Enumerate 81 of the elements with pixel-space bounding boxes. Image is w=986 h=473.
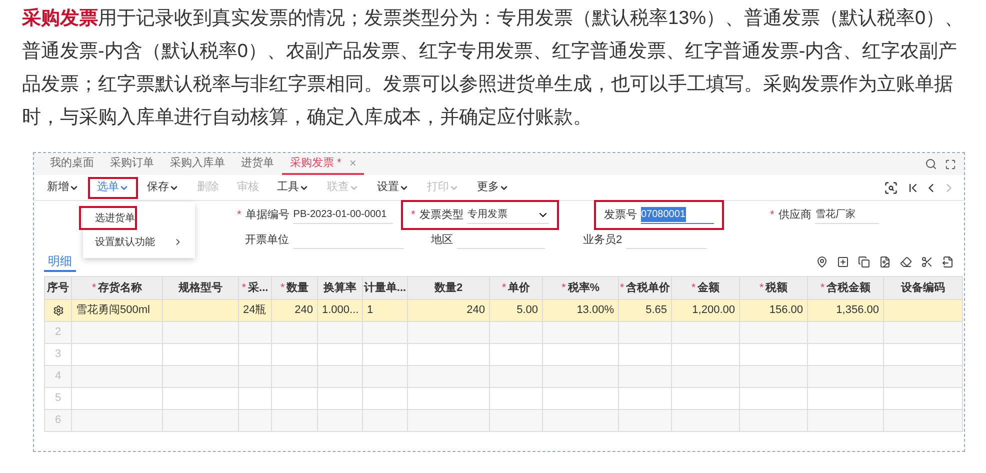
column-header: 序号 xyxy=(47,280,69,296)
table-cell-text: 24瓶 xyxy=(243,303,266,318)
tab[interactable]: 采购入库单 xyxy=(162,153,233,175)
required-mark: * xyxy=(691,280,696,296)
table-cell-text: 240 xyxy=(294,303,313,318)
required-mark: * xyxy=(561,280,566,296)
image-icon[interactable] xyxy=(879,256,891,268)
table-cell-text: 1,200.00 xyxy=(692,303,735,318)
table-cell-text: 1 xyxy=(367,303,374,318)
field-label: 开票单位 xyxy=(245,232,289,248)
column-header: 税率% xyxy=(568,280,600,296)
required-mark: * xyxy=(620,280,624,296)
table-cell-text: 5.00 xyxy=(516,303,538,318)
column-header: 金额 xyxy=(698,280,720,296)
required-mark: * xyxy=(411,208,416,223)
required-mark: * xyxy=(242,280,246,296)
column-header: 数量 xyxy=(286,280,309,296)
column-header: 换算率 xyxy=(324,280,356,296)
field-label: 供应商 xyxy=(778,208,812,223)
input-field[interactable]: 雪花厂家 xyxy=(815,206,879,224)
required-mark: * xyxy=(502,280,506,296)
table-cell-text: 240 xyxy=(466,303,485,318)
table-cell-text: 2 xyxy=(54,325,62,340)
table-cell-text: 13.00% xyxy=(576,303,614,318)
table-cell-text: 3 xyxy=(54,347,62,362)
tab[interactable]: 进货单 xyxy=(233,153,282,175)
copy-icon[interactable] xyxy=(858,256,870,268)
table-cell-text: 5.65 xyxy=(646,303,667,318)
required-mark: * xyxy=(759,280,764,296)
column-header: 计量单... xyxy=(364,280,406,296)
table-cell-text: 1,356.00 xyxy=(836,303,879,318)
field-label: 单据编号 xyxy=(245,208,290,223)
menu-item[interactable]: 设置默认功能 xyxy=(83,230,195,254)
preview-icon[interactable] xyxy=(884,180,898,194)
toolbar-button[interactable]: 工具 xyxy=(268,176,318,198)
row-settings-icon[interactable] xyxy=(52,305,64,316)
toolbar-button[interactable]: 新增 xyxy=(38,176,88,198)
toolbar-button[interactable]: 保存 xyxy=(138,176,188,198)
column-header: 设备编码 xyxy=(901,280,945,296)
required-mark: * xyxy=(280,280,285,296)
fullscreen-icon[interactable] xyxy=(945,158,956,170)
export-icon[interactable] xyxy=(942,256,954,268)
table-cell-text: 4 xyxy=(54,369,62,384)
required-mark: * xyxy=(92,280,96,296)
tab[interactable]: 我的桌面 xyxy=(42,153,102,175)
column-header: 含税单价 xyxy=(626,280,670,296)
input-field[interactable]: PB-2023-01-00-0001 xyxy=(293,206,393,224)
table-cell-text: 1.000... xyxy=(322,303,359,318)
toolbar-button[interactable]: 设置 xyxy=(368,176,418,198)
tab[interactable]: 采购发票 * × xyxy=(282,153,364,175)
field-label: 地区 xyxy=(431,232,453,248)
column-header: 数量2 xyxy=(434,280,463,296)
column-header: 规格型号 xyxy=(178,280,222,296)
add-row-icon[interactable] xyxy=(837,256,849,268)
search-icon[interactable] xyxy=(925,158,937,170)
table-cell-text: 156.00 xyxy=(769,303,803,318)
table-cell-text: 5 xyxy=(54,391,62,406)
scissors-icon[interactable] xyxy=(921,256,933,268)
tab[interactable]: 采购订单 xyxy=(102,153,162,175)
column-header: 税额 xyxy=(766,280,788,296)
column-header: 采... xyxy=(248,280,268,296)
select-field[interactable]: 专用发票 xyxy=(467,206,549,224)
detail-tab[interactable]: 明细 xyxy=(44,252,76,272)
eraser-icon[interactable] xyxy=(900,256,912,268)
table-cell-text: 雪花勇闯500ml xyxy=(76,303,150,318)
table-row[interactable]: 雪花勇闯500ml 24瓶 240 1.000... 1 240 5.00 13.00% 5.65 1,200.00 156.00 1,356.00 xyxy=(45,300,963,322)
required-mark: * xyxy=(820,280,825,296)
column-header: 存货名称 xyxy=(98,280,142,296)
field-label: 业务员2 xyxy=(583,232,622,248)
location-icon[interactable] xyxy=(816,256,828,268)
intro-paragraph: 采购发票用于记录收到真实发票的情况；发票类型分为：专用发票（默认税率13%）、普通发票（默认税率0）、普通发票-内含（默认税率0）、农副产品发票、红字专用发票、红字普通发票、红字普通发票-内含、红字农副产品发票；红字票默认税率与非红字票相同。发票可以参照进货单生成，也可以手工填写。采购发票作为立账单据时，与采购入库单进行自动核算，确定入库成本，并确定应付账款。 xyxy=(22,6,964,130)
field-label: 发票号 xyxy=(604,208,637,223)
toolbar-button[interactable]: 选单 xyxy=(88,176,138,198)
required-mark: * xyxy=(237,208,242,223)
column-header: 含税金额 xyxy=(826,280,871,296)
toolbar-button[interactable]: 更多 xyxy=(468,176,518,198)
table-cell-text: 6 xyxy=(54,413,62,428)
required-mark: * xyxy=(770,208,774,223)
column-header: 单价 xyxy=(508,280,530,296)
menu-item[interactable]: 选进货单 xyxy=(79,206,137,230)
field-label: 发票类型 xyxy=(419,208,464,223)
